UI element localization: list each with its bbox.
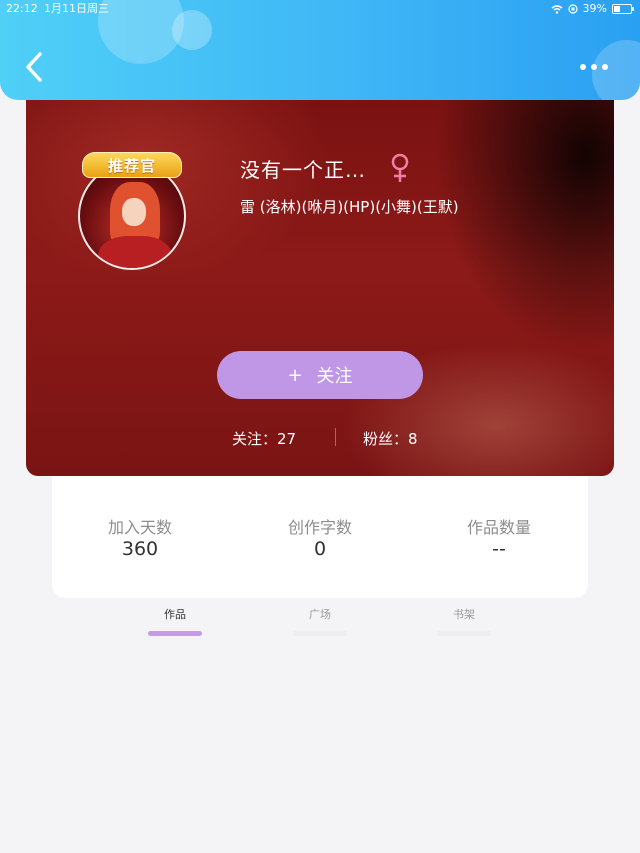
status-date: 1月11日周三 (44, 2, 109, 15)
tab-bookshelf[interactable]: 书架 (434, 606, 494, 636)
chevron-left-icon (26, 52, 42, 82)
tab-label: 作品 (164, 608, 186, 621)
battery-icon (612, 4, 634, 14)
stat-value: 0 (313, 538, 327, 560)
stat-value: 360 (121, 538, 159, 560)
header-bar: 22:12 1月11日周三 39% (0, 0, 640, 100)
follow-button[interactable]: + 关注 (217, 351, 423, 399)
more-dot (602, 64, 608, 70)
status-bar: 22:12 1月11日周三 39% (0, 0, 640, 18)
follow-stats: 关注：27 粉丝：8 (26, 426, 614, 450)
stat-label: 加入天数 (107, 518, 172, 537)
female-gender-icon (391, 153, 409, 182)
stat-label: 创作字数 (287, 518, 352, 537)
back-button[interactable] (22, 50, 48, 84)
status-indicators: 39% (551, 0, 634, 18)
tab-works[interactable]: 作品 (145, 606, 205, 636)
wifi-icon (551, 4, 563, 14)
profile-card: 推荐官 没有一个正… 雷 (洛林)(咻月)(HP)(小舞)(王默) + 关注 关… (26, 96, 614, 476)
profile-signature: 雷 (洛林)(咻月)(HP)(小舞)(王默) (240, 198, 459, 216)
more-dot (591, 64, 597, 70)
stat-value: -- (492, 538, 506, 560)
tab-square[interactable]: 广场 (290, 606, 350, 636)
avatar-face (122, 198, 146, 226)
tab-label: 广场 (309, 608, 331, 621)
stat-join-days: 加入天数 360 (50, 514, 230, 560)
stats-card: 加入天数 360 创作字数 0 作品数量 -- (52, 470, 588, 598)
battery-percent: 39% (582, 2, 607, 15)
profile-nickname: 没有一个正… (240, 158, 366, 182)
tab-label: 书架 (453, 608, 475, 621)
plus-icon: + (287, 364, 303, 386)
stat-word-count: 创作字数 0 (230, 514, 410, 560)
tab-indicator-active (148, 631, 202, 636)
tab-indicator (293, 631, 347, 636)
recommender-badge: 推荐官 (82, 152, 182, 178)
status-time: 22:12 (6, 2, 38, 15)
orientation-lock-icon (567, 4, 578, 14)
more-button[interactable] (574, 58, 614, 76)
tab-indicator (437, 631, 491, 636)
stat-label: 作品数量 (466, 518, 531, 537)
more-dot (580, 64, 586, 70)
following-count[interactable]: 关注：27 (232, 428, 296, 449)
avatar-body (98, 236, 172, 268)
fans-count[interactable]: 粉丝：8 (363, 428, 418, 449)
follow-button-label: 关注 (316, 366, 353, 387)
avatar-group[interactable]: 推荐官 (78, 152, 190, 270)
divider (335, 428, 336, 446)
stat-works-count: 作品数量 -- (409, 514, 589, 560)
